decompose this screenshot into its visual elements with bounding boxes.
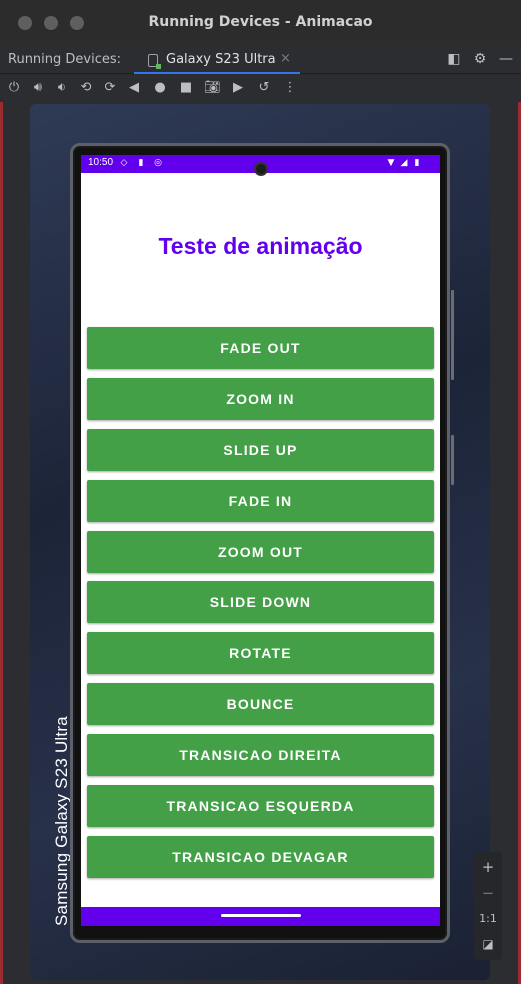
power-icon[interactable]: ⏻ xyxy=(6,80,22,96)
zoom-in-button[interactable]: ZOOM IN xyxy=(87,378,434,420)
fade-in-button[interactable]: FADE IN xyxy=(87,480,434,522)
fit-screen-icon[interactable]: ◪ xyxy=(474,933,502,955)
status-time: 10:50 xyxy=(88,157,114,168)
home-gesture-handle[interactable] xyxy=(221,914,301,917)
transicao-direita-button[interactable]: TRANSICAO DIREITA xyxy=(87,734,434,776)
minimize-panel-icon[interactable]: — xyxy=(497,51,515,67)
zoom-controls: + − 1:1 ◪ xyxy=(474,852,502,960)
overview-icon[interactable]: ■ xyxy=(178,80,194,96)
shield-icon: ◇ xyxy=(120,158,128,168)
more-icon[interactable]: ⋮ xyxy=(282,80,298,96)
home-icon[interactable]: ● xyxy=(152,80,168,96)
app-notification-icon: ◎ xyxy=(154,158,162,168)
device-screen[interactable]: 10:50 ◇ ▮ ◎ ▼ ◢ ▮ Teste de animação FADE… xyxy=(81,155,440,926)
rotate-right-icon[interactable]: ⟳ xyxy=(102,80,118,96)
reset-icon[interactable]: ↺ xyxy=(256,80,272,96)
front-camera xyxy=(254,162,268,176)
window-title-bar: Running Devices - Animacao xyxy=(0,0,521,46)
screen-record-icon[interactable]: ▶ xyxy=(230,80,246,96)
navigation-bar xyxy=(81,907,440,926)
device-toolbar: ⏻ 🔊︎ 🔉︎ ⟲ ⟳ ◀ ● ■ 📷︎ ▶ ↺ ⋮ xyxy=(0,75,521,102)
bounce-button[interactable]: BOUNCE xyxy=(87,683,434,725)
battery-icon: ▮ xyxy=(414,158,420,168)
device-model-label: Samsung Galaxy S23 Ultra xyxy=(52,716,71,926)
signal-icon: ◢ xyxy=(400,158,408,168)
left-edge xyxy=(0,102,3,984)
zoom-actual-size-button[interactable]: 1:1 xyxy=(474,908,502,930)
zoom-in-button[interactable]: + xyxy=(474,856,502,878)
running-devices-label: Running Devices: xyxy=(8,52,122,67)
transicao-devagar-button[interactable]: TRANSICAO DEVAGAR xyxy=(87,836,434,878)
zoom-out-button[interactable]: − xyxy=(474,882,502,904)
rotate-left-icon[interactable]: ⟲ xyxy=(78,80,94,96)
transicao-esquerda-button[interactable]: TRANSICAO ESQUERDA xyxy=(87,785,434,827)
sim-icon: ▮ xyxy=(138,158,144,168)
wifi-icon: ▼ xyxy=(387,158,395,168)
zoom-out-button[interactable]: ZOOM OUT xyxy=(87,531,434,573)
volume-up-icon[interactable]: 🔊︎ xyxy=(30,80,46,96)
power-side-button xyxy=(451,435,454,485)
tab-galaxy-s23-ultra[interactable]: Galaxy S23 Ultra × xyxy=(134,46,300,74)
volume-down-icon[interactable]: 🔉︎ xyxy=(54,80,70,96)
slide-down-button[interactable]: SLIDE DOWN xyxy=(87,581,434,623)
gear-icon[interactable]: ⚙ xyxy=(471,51,489,67)
status-bar: 10:50 ◇ ▮ ◎ ▼ ◢ ▮ xyxy=(81,155,440,176)
window-title: Running Devices - Animacao xyxy=(148,14,373,30)
tab-close-icon[interactable]: × xyxy=(280,51,291,66)
back-icon[interactable]: ◀ xyxy=(126,80,142,96)
tab-label: Galaxy S23 Ultra xyxy=(166,52,276,67)
page-title: Teste de animação xyxy=(158,233,363,259)
volume-rocker xyxy=(451,290,454,380)
device-icon xyxy=(148,54,161,69)
running-devices-tabbar: Running Devices: Galaxy S23 Ultra × ◧ ⚙ … xyxy=(0,46,521,74)
slide-up-button[interactable]: SLIDE UP xyxy=(87,429,434,471)
rotate-button[interactable]: ROTATE xyxy=(87,632,434,674)
layout-icon[interactable]: ◧ xyxy=(445,51,463,67)
screenshot-icon[interactable]: 📷︎ xyxy=(204,80,221,96)
fade-out-button[interactable]: FADE OUT xyxy=(87,327,434,369)
